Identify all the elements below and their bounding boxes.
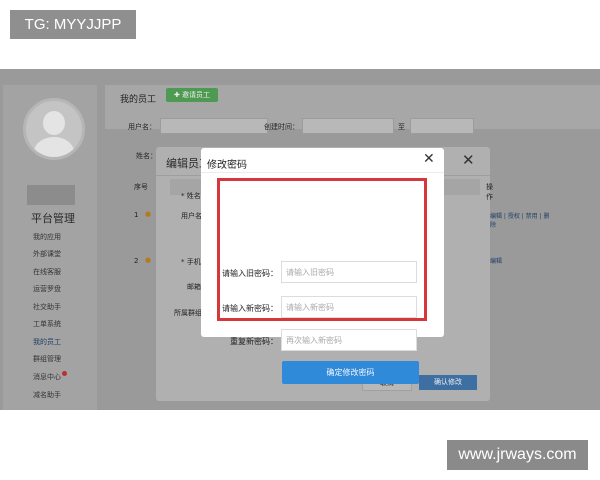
new-password-input[interactable]	[281, 296, 417, 318]
seq-column-header: 序号	[134, 183, 148, 191]
confirm-edit-button[interactable]: 确认修改	[419, 375, 477, 390]
sidebar-item-social[interactable]: 社交助手	[33, 302, 61, 312]
edit-phone-label: * 手机	[181, 258, 201, 266]
created-filter-label: 创建时间：	[264, 123, 299, 131]
user-icon: ●	[145, 256, 152, 264]
sidebar-item-messages[interactable]: 消息中心	[33, 372, 61, 382]
username-filter-input[interactable]	[160, 118, 268, 134]
password-modal-close-icon[interactable]: ✕	[423, 151, 435, 167]
edit-group-label: 所属群组	[174, 309, 202, 317]
blurred-username	[27, 185, 75, 205]
name-filter-label: 姓名：	[136, 152, 157, 160]
watermark-label: www.jrways.com	[447, 440, 588, 470]
plus-icon: ✚	[173, 91, 183, 99]
created-to-input[interactable]	[410, 118, 474, 134]
username-filter-label: 用户名：	[128, 123, 156, 131]
page-title: 我的员工	[120, 95, 157, 105]
sidebar-item-apps[interactable]: 我的应用	[33, 232, 61, 242]
date-to-label: 至	[398, 123, 405, 131]
change-password-modal: 修改密码 ✕ 请输入旧密码： 请输入新密码： 重复新密码： 确定修改密码	[201, 148, 444, 384]
table-row-1-seq: 1	[134, 211, 139, 219]
sidebar-item-classroom[interactable]: 外部课堂	[33, 249, 61, 259]
edit-modal-close-icon[interactable]: ✕	[462, 151, 475, 169]
avatar	[23, 98, 85, 160]
sidebar-item-groups[interactable]: 群组管理	[33, 354, 61, 364]
old-password-label: 请输入旧密码：	[222, 269, 278, 278]
sidebar-item-tickets[interactable]: 工单系统	[33, 319, 61, 329]
notification-dot-icon	[62, 371, 67, 376]
sidebar-item-employees[interactable]: 我的员工	[33, 337, 61, 347]
created-from-input[interactable]	[302, 118, 394, 134]
table-row-2-seq: 2	[134, 257, 139, 265]
edit-username-label: 用户名	[181, 212, 202, 220]
divider	[201, 172, 444, 173]
edit-email-label: 邮箱	[187, 283, 201, 291]
submit-password-button[interactable]: 确定修改密码	[282, 361, 419, 384]
repeat-password-input[interactable]	[281, 329, 417, 351]
sidebar-title: 平台管理	[31, 212, 75, 225]
new-password-label: 请输入新密码：	[222, 304, 278, 313]
sidebar-item-assistant[interactable]: 减名助手	[33, 390, 61, 400]
sidebar: 平台管理 我的应用 外部课堂 在线客服 运营罗盘 社交助手 工单系统 我的员工 …	[3, 85, 97, 410]
user-icon: ●	[145, 210, 152, 218]
row-2-ops-links[interactable]: 编辑	[490, 256, 502, 265]
password-modal-title: 修改密码	[207, 160, 247, 171]
edit-name-label: * 姓名	[181, 192, 201, 200]
tg-label-overlay: TG: MYYJJPP	[10, 10, 136, 39]
sidebar-item-compass[interactable]: 运营罗盘	[33, 284, 61, 294]
row-1-ops-links[interactable]: 编辑 | 授权 | 禁用 | 删除	[490, 211, 550, 229]
sidebar-item-service[interactable]: 在线客服	[33, 267, 61, 277]
screenshot-area: 平台管理 我的应用 外部课堂 在线客服 运营罗盘 社交助手 工单系统 我的员工 …	[0, 69, 600, 410]
old-password-input[interactable]	[281, 261, 417, 283]
repeat-password-label: 重复新密码：	[230, 337, 278, 346]
op-column-header: 操作	[486, 183, 493, 201]
invite-employee-button[interactable]: ✚ 邀请员工	[166, 88, 218, 102]
